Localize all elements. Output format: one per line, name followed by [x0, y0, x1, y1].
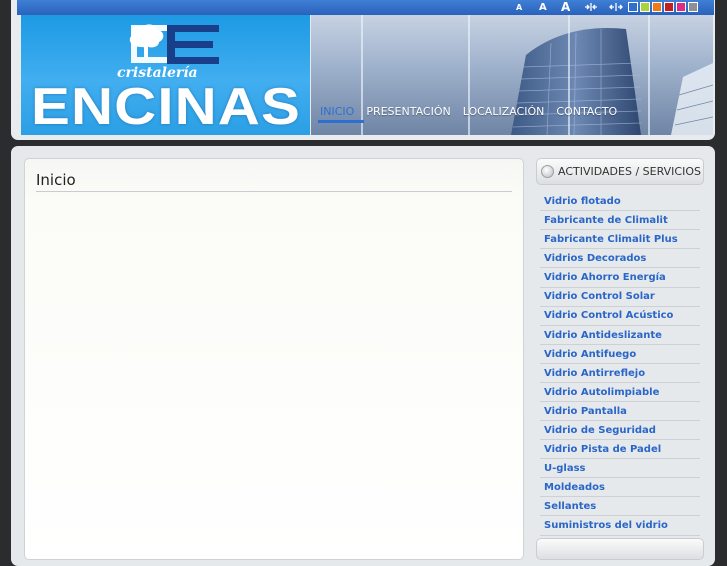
color-swatch-green[interactable]: [640, 2, 650, 12]
sidebar-item-fabricante-climalit[interactable]: Fabricante de Climalit: [540, 212, 700, 231]
sidebar-item-u-glass[interactable]: U-glass: [540, 460, 700, 479]
sidebar-item-vidrio-antideslizante[interactable]: Vidrio Antideslizante: [540, 327, 700, 345]
site-logo[interactable]: cristalería ENCINAS: [21, 15, 310, 135]
font-size-large-button[interactable]: A: [561, 0, 570, 15]
sidebar-item-vidrio-control-acustico[interactable]: Vidrio Control Acústico: [540, 307, 700, 326]
sidebar-item-suministros-vidrio[interactable]: Suministros del vidrio: [540, 517, 700, 536]
color-swatch-gray[interactable]: [688, 2, 698, 12]
sidebar-item-vidrio-autolimpiable[interactable]: Vidrio Autolimpiable: [540, 384, 700, 402]
bullet-icon: [541, 165, 554, 178]
sidebar-footer-box: [536, 538, 704, 560]
color-swatch-red[interactable]: [664, 2, 674, 12]
color-swatches: [628, 2, 698, 12]
sidebar-title: ACTIVIDADES / SERVICIOS: [558, 165, 701, 178]
nav-item-inicio[interactable]: INICIO: [318, 104, 365, 123]
sidebar-item-vidrio-antirreflejo[interactable]: Vidrio Antirreflejo: [540, 365, 700, 383]
sidebar-item-vidrios-decorados[interactable]: Vidrios Decorados: [540, 250, 700, 269]
banner-divider: [648, 15, 650, 135]
sidebar-item-vidrio-control-solar[interactable]: Vidrio Control Solar: [540, 288, 700, 307]
sidebar-header: ACTIVIDADES / SERVICIOS: [536, 158, 704, 185]
services-list: Vidrio flotado Fabricante de Climalit Fa…: [540, 193, 700, 536]
sidebar-item-vidrio-flotado[interactable]: Vidrio flotado: [540, 193, 700, 212]
sidebar-item-vidrio-pista-padel[interactable]: Vidrio Pista de Padel: [540, 441, 700, 460]
sidebar-item-moldeados[interactable]: Moldeados: [540, 479, 700, 498]
color-swatch-blue[interactable]: [628, 2, 638, 12]
nav-item-localizacion[interactable]: LOCALIZACIÓN: [461, 104, 555, 123]
nav-item-contacto[interactable]: CONTACTO: [554, 104, 627, 123]
nav-item-presentacion[interactable]: PRESENTACIÓN: [364, 104, 460, 123]
sidebar-item-vidrio-seguridad[interactable]: Vidrio de Seguridad: [540, 422, 700, 441]
font-size-small-button[interactable]: A: [516, 0, 522, 15]
main-content-panel: Inicio: [24, 158, 524, 560]
color-swatch-orange[interactable]: [652, 2, 662, 12]
top-toolbar: A A A: [17, 0, 714, 15]
sidebar-item-vidrio-pantalla[interactable]: Vidrio Pantalla: [540, 403, 700, 422]
logo-wordmark: ENCINAS: [31, 78, 301, 135]
font-size-medium-button[interactable]: A: [539, 0, 547, 15]
main-nav: INICIO PRESENTACIÓN LOCALIZACIÓN CONTACT…: [318, 104, 627, 123]
page-title: Inicio: [36, 171, 512, 192]
sidebar-item-sellantes[interactable]: Sellantes: [540, 498, 700, 517]
sidebar-item-fabricante-climalit-plus[interactable]: Fabricante Climalit Plus: [540, 231, 700, 250]
sidebar-item-vidrio-ahorro-energia[interactable]: Vidrio Ahorro Energía: [540, 269, 700, 288]
sidebar: ACTIVIDADES / SERVICIOS Vidrio flotado F…: [536, 158, 704, 560]
sidebar-item-vidrio-antifuego[interactable]: Vidrio Antifuego: [540, 346, 700, 364]
color-swatch-pink[interactable]: [676, 2, 686, 12]
logo-ce-mark-icon: [129, 24, 219, 64]
